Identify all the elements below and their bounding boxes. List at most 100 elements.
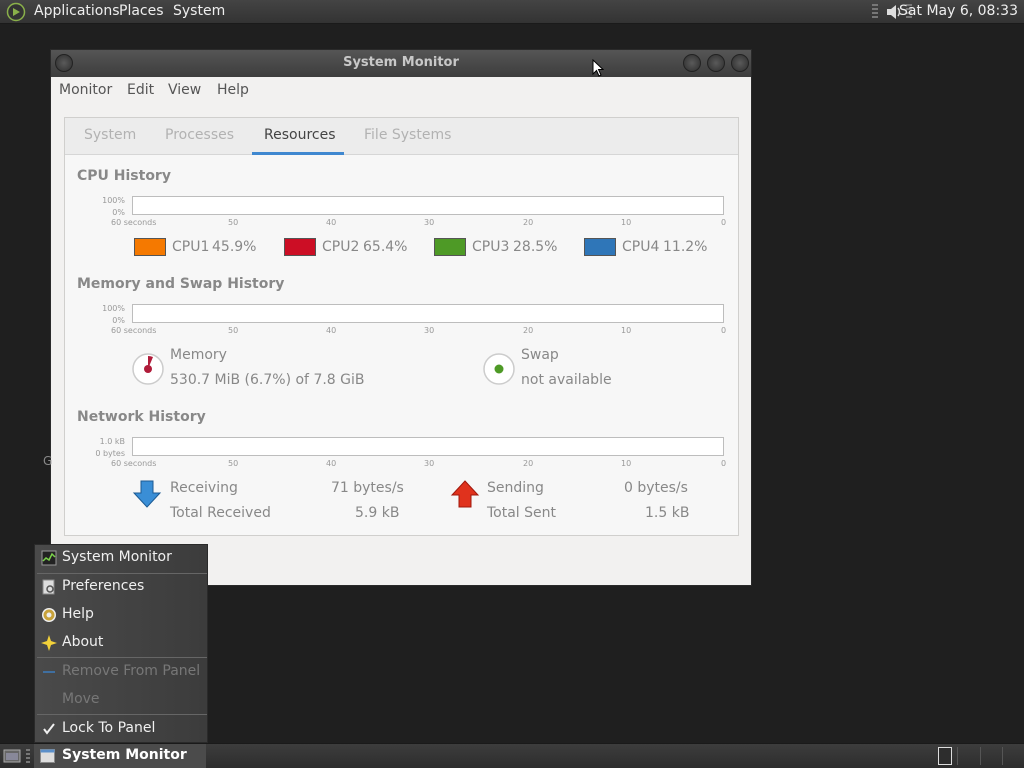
menu-view[interactable]: View <box>168 82 201 98</box>
menu-item-system-monitor[interactable]: System Monitor <box>35 545 207 571</box>
memory-x-label: 60 seconds <box>111 326 157 335</box>
menu-item-label: Lock To Panel <box>62 720 156 736</box>
menu-item-label: About <box>62 634 104 650</box>
menubar: Monitor Edit View Help <box>51 77 751 105</box>
maximize-button[interactable] <box>707 54 725 72</box>
workspace-4[interactable] <box>1002 747 1022 765</box>
total-sent-value: 1.5 kB <box>645 505 690 521</box>
swap-value: not available <box>521 372 612 388</box>
memory-x-label: 20 <box>523 326 534 335</box>
memory-history-title: Memory and Swap History <box>77 276 285 292</box>
network-x-label: 20 <box>523 459 534 468</box>
memory-x-label: 50 <box>228 326 239 335</box>
network-history-title: Network History <box>77 409 206 425</box>
swap-pie-icon[interactable] <box>482 352 516 386</box>
taskbar-button-system-monitor[interactable]: System Monitor <box>34 744 206 768</box>
total-received-value: 5.9 kB <box>355 505 400 521</box>
panel-separator <box>26 749 30 763</box>
tab-resources[interactable]: Resources <box>264 127 336 143</box>
memory-history-graph <box>132 304 724 323</box>
cpu1-label: CPU1 <box>172 239 210 255</box>
memory-y-max-label: 100% <box>102 304 125 313</box>
cpu-history-title: CPU History <box>77 168 171 184</box>
cpu3-color-swatch[interactable] <box>434 238 466 256</box>
close-button[interactable] <box>731 54 749 72</box>
receiving-value: 71 bytes/s <box>331 480 404 496</box>
show-desktop-icon[interactable] <box>3 748 21 764</box>
menu-item-help[interactable]: Help <box>35 602 207 628</box>
workspace-2[interactable] <box>957 747 977 765</box>
taskbar-button-label: System Monitor <box>62 747 187 763</box>
workspace-3[interactable] <box>980 747 1000 765</box>
menu-item-label: System Monitor <box>62 549 172 565</box>
sending-label: Sending <box>487 480 544 496</box>
system-monitor-window: System Monitor Monitor Edit View Help Sy… <box>50 49 752 586</box>
cpu-x-label: 40 <box>326 218 337 227</box>
tab-system[interactable]: System <box>84 127 136 143</box>
memory-x-label: 40 <box>326 326 337 335</box>
memory-label: Memory <box>170 347 227 363</box>
cpu-y-min-label: 0% <box>112 208 125 217</box>
menu-places[interactable]: Places <box>119 3 164 19</box>
menu-item-label: Preferences <box>62 578 145 594</box>
resources-notebook: System Processes Resources File Systems … <box>64 117 739 536</box>
cpu3-label: CPU3 <box>472 239 510 255</box>
menu-item-preferences[interactable]: Preferences <box>35 574 207 600</box>
sending-arrow-icon[interactable] <box>450 479 480 509</box>
menu-item-move[interactable]: Move <box>35 687 207 713</box>
memory-y-min-label: 0% <box>112 316 125 325</box>
cpu-x-label: 0 <box>721 218 727 227</box>
menu-applications[interactable]: Applications <box>34 3 120 19</box>
cpu2-color-swatch[interactable] <box>284 238 316 256</box>
total-sent-label: Total Sent <box>487 505 557 521</box>
network-y-max-label: 1.0 kB <box>99 437 125 446</box>
cpu4-value: 11.2% <box>663 239 708 255</box>
network-y-min-label: 0 bytes <box>95 449 125 458</box>
memory-x-label: 10 <box>621 326 632 335</box>
cpu-x-label: 20 <box>523 218 534 227</box>
window-icon <box>40 749 55 763</box>
top-panel: Applications Places System Sat May 6, 08… <box>0 0 1024 24</box>
menu-edit[interactable]: Edit <box>127 82 154 98</box>
network-x-label: 40 <box>326 459 337 468</box>
clock[interactable]: Sat May 6, 08:33 <box>899 3 1018 19</box>
receiving-arrow-icon[interactable] <box>132 479 162 509</box>
preferences-icon <box>42 579 55 595</box>
cpu2-value: 65.4% <box>363 239 408 255</box>
menu-item-remove-from-panel[interactable]: Remove From Panel <box>35 659 207 685</box>
help-icon <box>42 608 56 622</box>
total-received-label: Total Received <box>170 505 271 521</box>
workspace-1[interactable] <box>938 747 952 765</box>
menu-separator <box>37 657 207 658</box>
cpu-history-graph <box>132 196 724 215</box>
mate-logo-icon[interactable] <box>6 2 26 22</box>
swap-label: Swap <box>521 347 559 363</box>
tab-processes[interactable]: Processes <box>165 127 234 143</box>
menu-system[interactable]: System <box>173 3 225 19</box>
menu-monitor[interactable]: Monitor <box>59 82 112 98</box>
cpu4-color-swatch[interactable] <box>584 238 616 256</box>
menu-item-label: Remove From Panel <box>62 663 201 679</box>
menu-item-about[interactable]: About <box>35 630 207 656</box>
memory-x-label: 30 <box>424 326 435 335</box>
mouse-cursor-icon <box>592 59 604 77</box>
checkmark-icon <box>43 723 55 735</box>
cpu1-color-swatch[interactable] <box>134 238 166 256</box>
tab-file-systems[interactable]: File Systems <box>364 127 451 143</box>
sending-value: 0 bytes/s <box>624 480 688 496</box>
tab-bar: System Processes Resources File Systems <box>65 118 738 155</box>
receiving-label: Receiving <box>170 480 238 496</box>
minimize-button[interactable] <box>683 54 701 72</box>
titlebar[interactable]: System Monitor <box>51 50 751 77</box>
cpu1-value: 45.9% <box>212 239 257 255</box>
network-x-label: 10 <box>621 459 632 468</box>
menu-item-lock-to-panel[interactable]: Lock To Panel <box>35 716 207 742</box>
menu-help[interactable]: Help <box>217 82 249 98</box>
memory-pie-icon[interactable] <box>131 352 165 386</box>
network-x-label: 60 seconds <box>111 459 157 468</box>
about-icon <box>41 635 57 651</box>
menu-separator <box>37 714 207 715</box>
applet-context-menu: System Monitor Preferences Help About Re… <box>34 544 208 743</box>
memory-x-label: 0 <box>721 326 727 335</box>
window-title: System Monitor <box>343 55 459 70</box>
